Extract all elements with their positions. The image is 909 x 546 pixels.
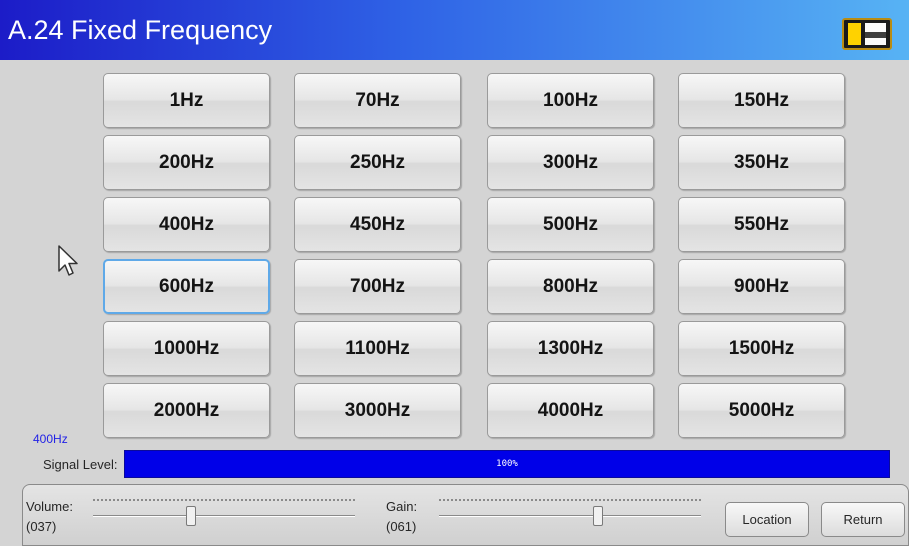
signal-level-label: Signal Level: (43, 457, 118, 472)
frequency-button-900hz[interactable]: 900Hz (678, 259, 845, 314)
signal-level-percent: 100% (496, 459, 518, 469)
frequency-button-300hz[interactable]: 300Hz (487, 135, 654, 190)
frequency-button-600hz[interactable]: 600Hz (103, 259, 270, 314)
frequency-button-1000hz[interactable]: 1000Hz (103, 321, 270, 376)
frequency-button-550hz[interactable]: 550Hz (678, 197, 845, 252)
frequency-button-1500hz[interactable]: 1500Hz (678, 321, 845, 376)
gain-label: Gain: (386, 499, 418, 514)
frequency-button-100hz[interactable]: 100Hz (487, 73, 654, 128)
gain-slider-thumb[interactable] (593, 506, 603, 526)
battery-icon (842, 18, 892, 50)
volume-slider-thumb[interactable] (186, 506, 196, 526)
frequency-button-800hz[interactable]: 800Hz (487, 259, 654, 314)
return-button[interactable]: Return (821, 502, 905, 537)
frequency-button-2000hz[interactable]: 2000Hz (103, 383, 270, 438)
page-title: A.24 Fixed Frequency (8, 15, 273, 45)
frequency-button-70hz[interactable]: 70Hz (294, 73, 461, 128)
frequency-button-5000hz[interactable]: 5000Hz (678, 383, 845, 438)
frequency-button-450hz[interactable]: 450Hz (294, 197, 461, 252)
frequency-button-350hz[interactable]: 350Hz (678, 135, 845, 190)
mouse-pointer-icon (58, 245, 78, 276)
frequency-button-4000hz[interactable]: 4000Hz (487, 383, 654, 438)
location-button[interactable]: Location (725, 502, 809, 537)
frequency-button-500hz[interactable]: 500Hz (487, 197, 654, 252)
frequency-button-3000hz[interactable]: 3000Hz (294, 383, 461, 438)
volume-label: Volume: (26, 499, 73, 514)
volume-value: (037) (26, 519, 57, 534)
control-panel: Volume: (037) Gain: (061) Location Retur… (22, 484, 909, 546)
frequency-button-1100hz[interactable]: 1100Hz (294, 321, 461, 376)
title-bar: A.24 Fixed Frequency (0, 0, 909, 60)
frequency-button-700hz[interactable]: 700Hz (294, 259, 461, 314)
frequency-button-200hz[interactable]: 200Hz (103, 135, 270, 190)
signal-level-bar: 100% (124, 450, 890, 478)
frequency-button-400hz[interactable]: 400Hz (103, 197, 270, 252)
gain-slider[interactable] (439, 489, 701, 529)
frequency-button-1300hz[interactable]: 1300Hz (487, 321, 654, 376)
current-frequency: 400Hz (33, 432, 68, 446)
frequency-button-150hz[interactable]: 150Hz (678, 73, 845, 128)
frequency-button-250hz[interactable]: 250Hz (294, 135, 461, 190)
gain-value: (061) (386, 519, 417, 534)
frequency-button-1hz[interactable]: 1Hz (103, 73, 270, 128)
volume-slider[interactable] (93, 489, 355, 529)
